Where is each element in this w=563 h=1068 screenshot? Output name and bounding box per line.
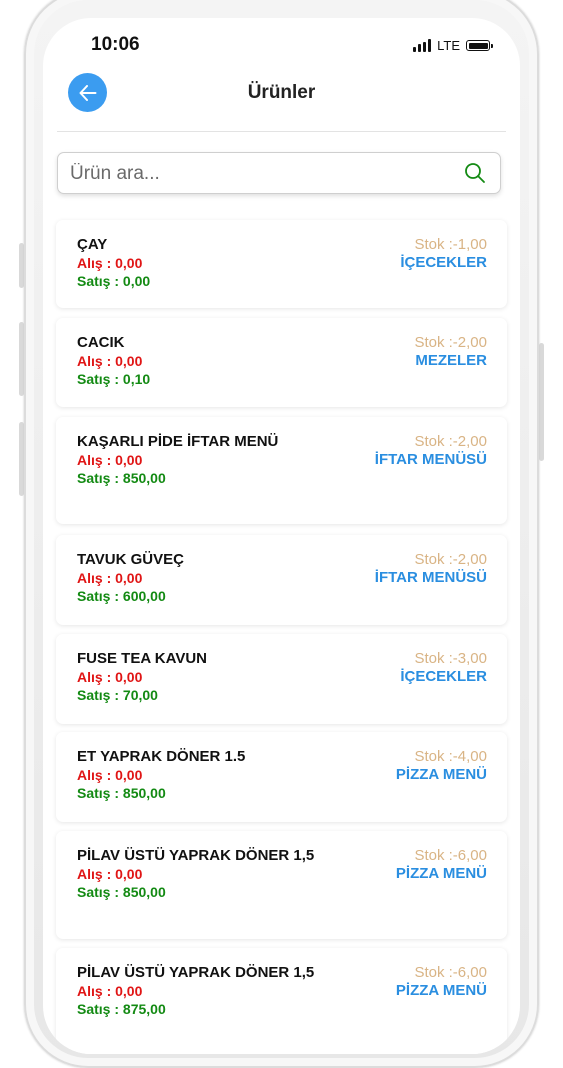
- header-divider: [57, 131, 506, 132]
- product-category: MEZELER: [415, 352, 487, 369]
- battery-icon: [466, 40, 493, 51]
- power-button: [539, 343, 544, 461]
- product-card[interactable]: CACIK Alış : 0,00 Satış : 0,10 Stok :-2,…: [56, 318, 507, 407]
- product-card[interactable]: TAVUK GÜVEÇ Alış : 0,00 Satış : 600,00 S…: [56, 535, 507, 625]
- search-input[interactable]: [68, 153, 452, 195]
- product-card[interactable]: PİLAV ÜSTÜ YAPRAK DÖNER 1,5 Alış : 0,00 …: [56, 831, 507, 939]
- status-time: 10:06: [91, 34, 140, 55]
- product-name: PİLAV ÜSTÜ YAPRAK DÖNER 1,5: [77, 964, 315, 981]
- product-purchase-price: Alış : 0,00: [77, 983, 143, 999]
- product-sale-price: Satış : 0,10: [77, 371, 151, 387]
- product-card[interactable]: ÇAY Alış : 0,00 Satış : 0,00 Stok :-1,00…: [56, 220, 507, 308]
- product-name: TAVUK GÜVEÇ: [77, 551, 184, 568]
- product-purchase-price: Alış : 0,00: [77, 353, 143, 369]
- product-purchase-price: Alış : 0,00: [77, 866, 143, 882]
- product-sale-price: Satış : 850,00: [77, 470, 166, 486]
- product-category: İÇECEKLER: [400, 668, 487, 685]
- product-category: İÇECEKLER: [400, 254, 487, 271]
- product-stock: Stok :-2,00: [414, 433, 487, 450]
- product-name: ÇAY: [77, 236, 108, 253]
- product-category: İFTAR MENÜSÜ: [374, 569, 487, 586]
- product-name: FUSE TEA KAVUN: [77, 650, 208, 667]
- product-card[interactable]: PİLAV ÜSTÜ YAPRAK DÖNER 1,5 Alış : 0,00 …: [56, 948, 507, 1054]
- status-indicators: LTE: [413, 38, 493, 53]
- product-sale-price: Satış : 70,00: [77, 687, 158, 703]
- product-purchase-price: Alış : 0,00: [77, 570, 143, 586]
- product-sale-price: Satış : 600,00: [77, 588, 166, 604]
- search-icon[interactable]: [464, 162, 486, 184]
- product-purchase-price: Alış : 0,00: [77, 452, 143, 468]
- product-stock: Stok :-6,00: [414, 964, 487, 981]
- product-sale-price: Satış : 875,00: [77, 1001, 166, 1017]
- product-card[interactable]: ET YAPRAK DÖNER 1.5 Alış : 0,00 Satış : …: [56, 732, 507, 822]
- product-purchase-price: Alış : 0,00: [77, 767, 143, 783]
- product-name: ET YAPRAK DÖNER 1.5: [77, 748, 246, 765]
- product-card[interactable]: FUSE TEA KAVUN Alış : 0,00 Satış : 70,00…: [56, 634, 507, 724]
- product-stock: Stok :-3,00: [414, 650, 487, 667]
- product-stock: Stok :-4,00: [414, 748, 487, 765]
- product-category: PİZZA MENÜ: [395, 766, 487, 783]
- product-purchase-price: Alış : 0,00: [77, 255, 143, 271]
- product-sale-price: Satış : 850,00: [77, 785, 166, 801]
- product-category: PİZZA MENÜ: [395, 982, 487, 999]
- product-name: KAŞARLI PİDE İFTAR MENÜ: [77, 433, 279, 450]
- search-box: [57, 152, 501, 195]
- page-title: Ürünler: [247, 82, 316, 103]
- app-screen: 10:06 LTE Ürünler ÇAY Alış : 0,00 Satış …: [43, 18, 520, 1054]
- product-category: İFTAR MENÜSÜ: [374, 451, 487, 468]
- product-stock: Stok :-6,00: [414, 847, 487, 864]
- product-stock: Stok :-1,00: [414, 236, 487, 253]
- product-name: CACIK: [77, 334, 125, 351]
- product-stock: Stok :-2,00: [414, 334, 487, 351]
- product-name: PİLAV ÜSTÜ YAPRAK DÖNER 1,5: [77, 847, 315, 864]
- product-sale-price: Satış : 0,00: [77, 273, 151, 289]
- product-stock: Stok :-2,00: [414, 551, 487, 568]
- product-card[interactable]: KAŞARLI PİDE İFTAR MENÜ Alış : 0,00 Satı…: [56, 417, 507, 524]
- product-sale-price: Satış : 850,00: [77, 884, 166, 900]
- signal-icon: [413, 39, 432, 52]
- product-category: PİZZA MENÜ: [395, 865, 487, 882]
- product-purchase-price: Alış : 0,00: [77, 669, 143, 685]
- network-label: LTE: [437, 38, 460, 53]
